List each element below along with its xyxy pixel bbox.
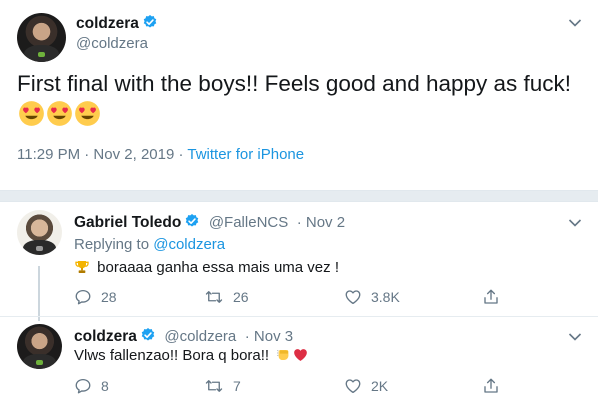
tweet-body: First final with the boys!! Feels good a…: [17, 71, 572, 96]
heart-eyes-emoji: [74, 100, 101, 136]
heart-icon: [345, 379, 361, 394]
reply-text: Vlws fallenzao!! Bora q bora!!: [74, 347, 309, 367]
tweet-meta: 11:29 PM · Nov 2, 2019 · Twitter for iPh…: [17, 146, 304, 163]
chevron-down-icon[interactable]: [568, 18, 582, 28]
verified-badge-icon: [184, 213, 200, 229]
red-heart-emoji: [292, 347, 309, 367]
author-handle[interactable]: @FalleNCS: [209, 214, 288, 231]
reply-body: boraaaa ganha essa mais uma vez !: [97, 259, 339, 276]
reply-date[interactable]: · Nov 3: [245, 328, 293, 345]
reply-date[interactable]: · Nov 2: [297, 214, 345, 231]
reply-text: boraaaa ganha essa mais uma vez !: [74, 259, 339, 279]
chevron-down-icon[interactable]: [568, 332, 582, 342]
tweet-text: First final with the boys!! Feels good a…: [17, 68, 587, 136]
retweet-count: 7: [233, 378, 241, 394]
author-name[interactable]: Gabriel Toledo: [74, 214, 181, 231]
reply-count: 8: [101, 378, 109, 394]
reply-button[interactable]: 8: [74, 376, 109, 396]
action-bar: 28 26 3.8K: [74, 287, 504, 307]
trophy-emoji: [74, 259, 90, 279]
tweet-timestamp[interactable]: 11:29 PM · Nov 2, 2019 ·: [17, 146, 187, 163]
retweet-icon: [205, 380, 223, 392]
reply-header: coldzera @coldzera · Nov 3: [74, 327, 293, 346]
author-name[interactable]: coldzera: [74, 328, 137, 345]
author-name[interactable]: coldzera: [76, 15, 139, 32]
author-block: coldzera @coldzera: [76, 14, 158, 52]
tweet-client-link[interactable]: Twitter for iPhone: [187, 146, 304, 163]
replying-to: Replying to @coldzera: [74, 236, 225, 253]
avatar[interactable]: [17, 13, 66, 62]
share-button[interactable]: [482, 376, 509, 396]
heart-eyes-emoji: [46, 100, 73, 136]
reply-body: Vlws fallenzao!! Bora q bora!!: [74, 347, 270, 364]
retweet-icon: [205, 291, 223, 303]
like-button[interactable]: 2K: [344, 376, 388, 396]
heart-icon: [345, 290, 361, 305]
avatar[interactable]: [17, 210, 62, 255]
reply-header: Gabriel Toledo @FalleNCS · Nov 2: [74, 213, 345, 232]
replying-prefix: Replying to: [74, 236, 154, 253]
retweet-button[interactable]: 26: [204, 287, 249, 307]
share-icon: [484, 289, 498, 304]
reply-button[interactable]: 28: [74, 287, 117, 307]
retweet-count: 26: [233, 289, 249, 305]
reply-icon: [75, 378, 91, 394]
heart-eyes-emoji: [18, 100, 45, 136]
reply-count: 28: [101, 289, 117, 305]
main-tweet: coldzera @coldzera First final with the …: [0, 0, 598, 191]
like-count: 3.8K: [371, 289, 400, 305]
like-count: 2K: [371, 378, 389, 394]
mention-link[interactable]: @coldzera: [153, 236, 225, 253]
author-handle[interactable]: @coldzera: [76, 35, 158, 52]
reply-icon: [75, 289, 91, 305]
emoji-group: [17, 101, 101, 129]
retweet-button[interactable]: 7: [204, 376, 241, 396]
chevron-down-icon[interactable]: [568, 218, 582, 228]
section-divider: [0, 190, 598, 202]
like-button[interactable]: 3.8K: [344, 287, 400, 307]
thread-line: [38, 317, 40, 321]
reply-tweet[interactable]: coldzera @coldzera · Nov 3 Vlws fallenza…: [0, 317, 598, 419]
author-handle[interactable]: @coldzera: [164, 328, 236, 345]
action-bar: 8 7 2K: [74, 376, 504, 396]
avatar[interactable]: [17, 324, 62, 369]
share-button[interactable]: [482, 287, 509, 307]
reply-tweet[interactable]: Gabriel Toledo @FalleNCS · Nov 2 Replyin…: [0, 202, 598, 322]
verified-badge-icon: [140, 327, 156, 343]
verified-badge-icon: [142, 14, 158, 30]
share-icon: [484, 378, 498, 393]
thread-line: [38, 266, 40, 322]
fist-bump-emoji: [276, 347, 292, 367]
